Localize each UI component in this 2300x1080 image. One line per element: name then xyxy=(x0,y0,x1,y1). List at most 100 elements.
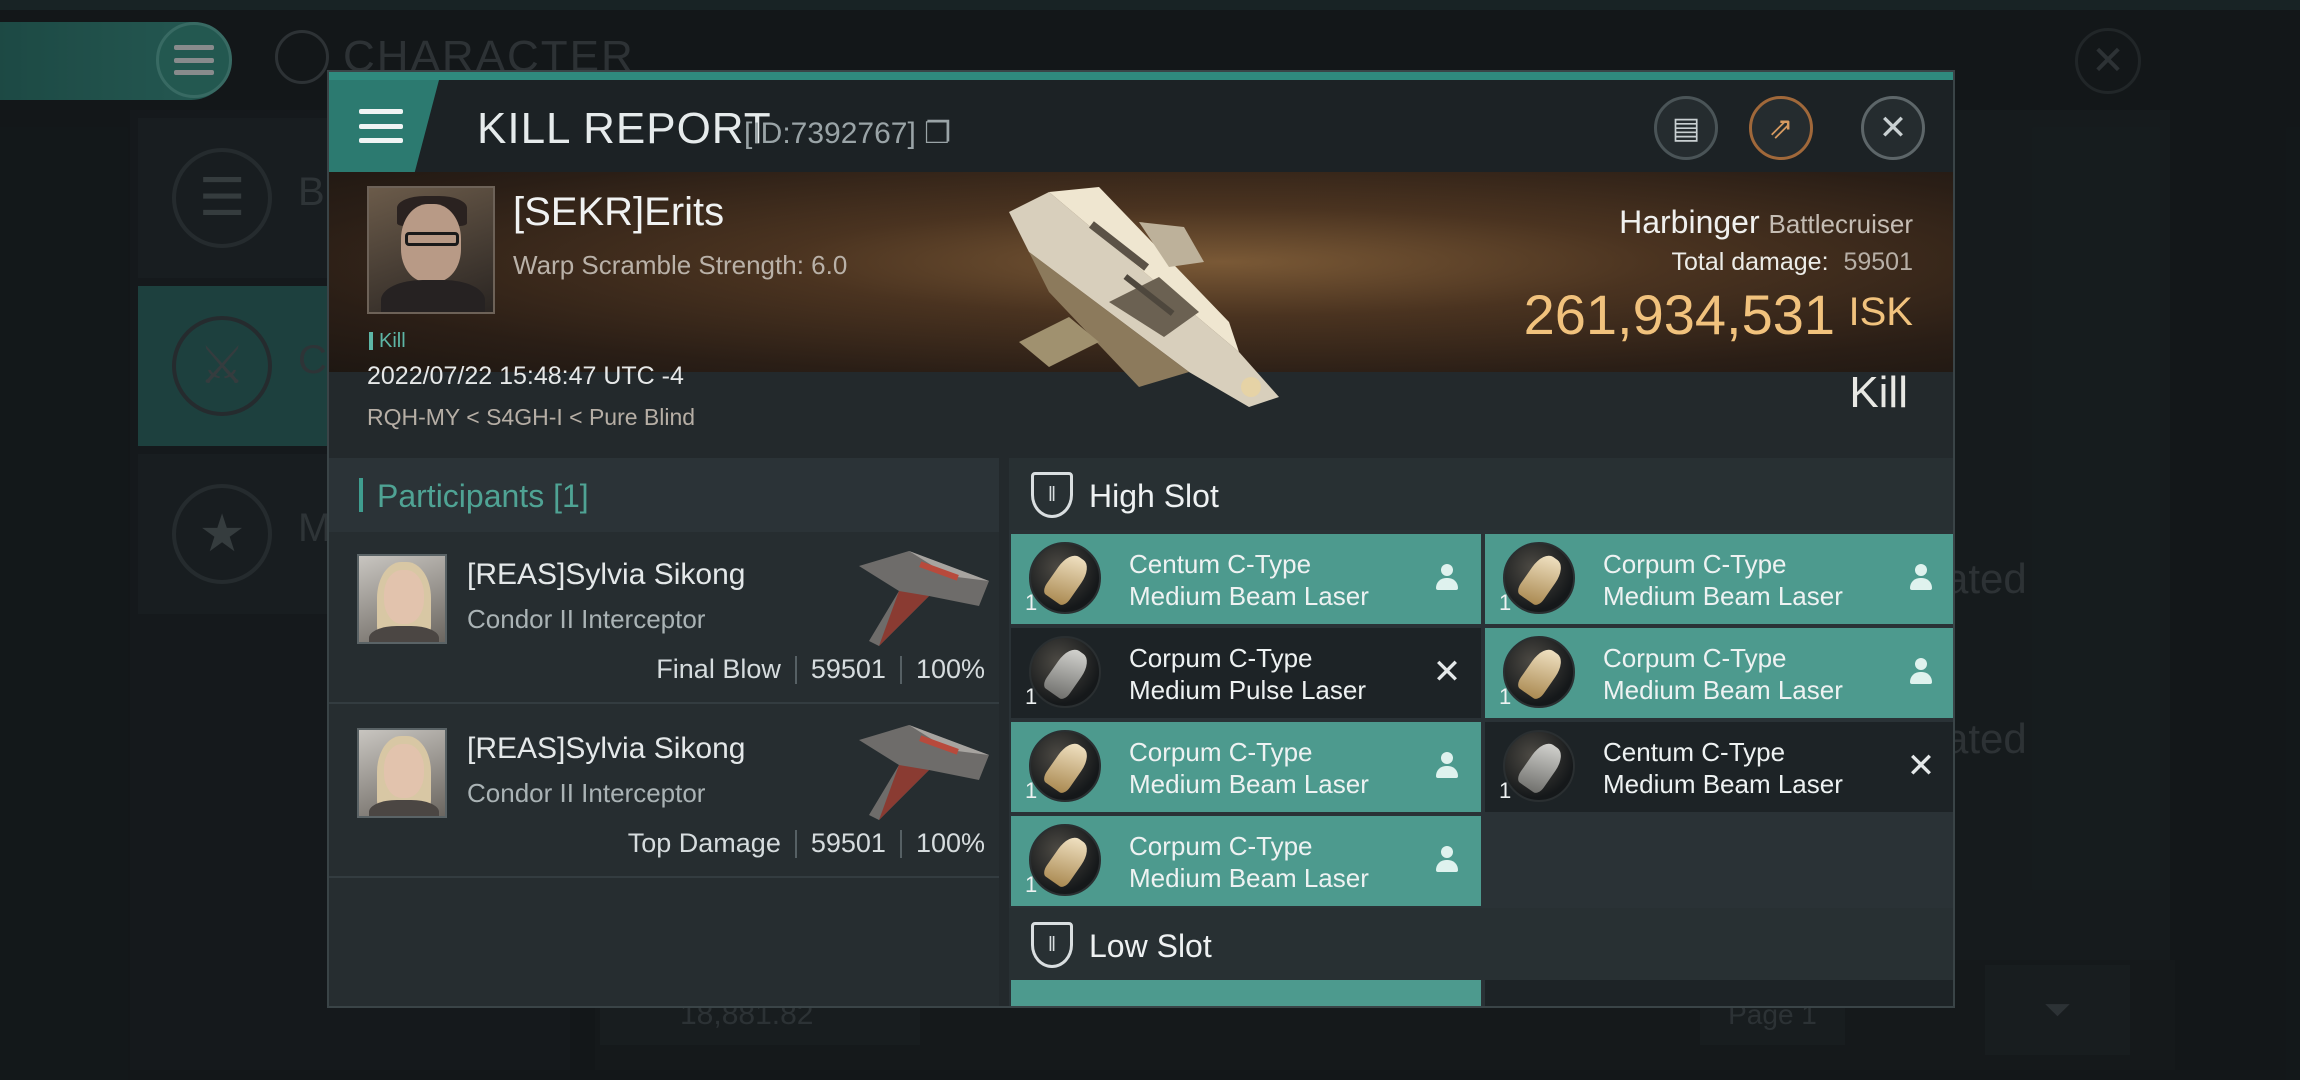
participant-percent: 100% xyxy=(915,828,985,858)
low-slot-title: Low Slot xyxy=(1089,928,1212,964)
clipboard-icon: ▤ xyxy=(1671,111,1701,145)
module-name-line1: Corpum C-Type xyxy=(1129,737,1313,767)
copy-icon[interactable]: ❐ xyxy=(924,117,951,150)
victim-portrait[interactable] xyxy=(367,186,495,314)
clipboard-button[interactable]: ▤ xyxy=(1654,96,1718,160)
participant-avatar[interactable] xyxy=(357,554,447,644)
condor-ship-image xyxy=(859,551,989,646)
kill-report-title: KILL REPORT xyxy=(477,104,772,153)
isk-value: 261,934,531 xyxy=(1523,283,1835,346)
participant-damage: 59501 xyxy=(810,654,886,684)
kill-report-menu-button[interactable] xyxy=(329,80,439,172)
participant-role: Final Blow xyxy=(656,654,781,684)
module-quantity: 1 xyxy=(1025,778,1038,803)
kill-report-id[interactable]: [ID:7392767] ❐ xyxy=(744,116,951,151)
module-name-line1: Corpum C-Type xyxy=(1603,643,1787,673)
module-name-line2: Medium Beam Laser xyxy=(1603,581,1843,611)
laser-module-icon xyxy=(1503,636,1575,708)
low-slot-header: ‖ Low Slot xyxy=(1009,908,1953,980)
high-slot-header: ‖ High Slot xyxy=(1009,458,1953,530)
laser-module-icon xyxy=(1503,542,1575,614)
high-slot-module[interactable]: 1 Corpum C-Type Medium Beam Laser xyxy=(1011,816,1481,906)
module-name-line1: Centum C-Type xyxy=(1603,737,1786,767)
total-damage-label: Total damage: xyxy=(1671,248,1829,276)
kill-report-header: KILL REPORT [ID:7392767] ❐ ▤ ⇗ ✕ xyxy=(329,80,1953,172)
participant-name: [REAS]Sylvia Sikong xyxy=(467,558,746,591)
low-slot-icon: ‖ xyxy=(1031,922,1073,968)
laser-module-icon xyxy=(1503,730,1575,802)
module-quantity: 1 xyxy=(1025,872,1038,897)
participant-avatar[interactable] xyxy=(357,728,447,818)
kill-id-text: [ID:7392767] xyxy=(744,117,916,150)
fitting-panel: ‖ High Slot 1 Centum C-Type Medium Beam La… xyxy=(1009,458,1953,1006)
destroyed-x-icon: ✕ xyxy=(1906,747,1936,785)
harbinger-ship-image[interactable] xyxy=(989,182,1309,412)
participant-ship: Condor II Interceptor xyxy=(467,778,706,808)
high-slot-module[interactable]: 1 Centum C-Type Medium Beam Laser ✕ xyxy=(1485,722,1953,812)
participants-header: Participants [1] xyxy=(329,458,999,532)
participants-panel: Participants [1] [REAS]Sylvia Sikong Con… xyxy=(329,458,999,1006)
module-name-line2: Medium Pulse Laser xyxy=(1129,675,1366,705)
laser-module-icon xyxy=(1029,542,1101,614)
module-name: Centum C-Type Medium Beam Laser xyxy=(1129,548,1369,612)
high-slot-module[interactable]: 1 Corpum C-Type Medium Beam Laser xyxy=(1485,628,1953,718)
participant-row[interactable]: [REAS]Sylvia Sikong Condor II Intercepto… xyxy=(329,706,999,878)
participants-count: [1] xyxy=(553,478,589,514)
participant-row[interactable]: [REAS]Sylvia Sikong Condor II Intercepto… xyxy=(329,532,999,704)
close-button[interactable]: ✕ xyxy=(1861,96,1925,160)
participants-label: Participants xyxy=(377,478,545,514)
participant-stats: Top Damage 59501 100% xyxy=(628,828,985,859)
dropped-person-icon xyxy=(1429,842,1465,878)
kill-location[interactable]: RQH-MY < S4GH-I < Pure Blind xyxy=(367,404,695,431)
low-slot-module[interactable] xyxy=(1485,980,1953,1006)
module-name: Corpum C-Type Medium Beam Laser xyxy=(1129,736,1369,800)
high-slot-title: High Slot xyxy=(1089,478,1219,514)
high-slot-module[interactable]: 1 Corpum C-Type Medium Beam Laser xyxy=(1011,722,1481,812)
modal-accent-line xyxy=(329,72,1953,80)
participant-stats: Final Blow 59501 100% xyxy=(656,654,985,685)
laser-module-icon xyxy=(1029,730,1101,802)
module-quantity: 1 xyxy=(1499,590,1512,615)
module-name: Corpum C-Type Medium Beam Laser xyxy=(1603,548,1843,612)
low-slot-module[interactable] xyxy=(1011,980,1481,1006)
victim-banner: [SEKR]Erits Warp Scramble Strength: 6.0 … xyxy=(329,172,1953,430)
total-damage-value: 59501 xyxy=(1843,248,1913,276)
module-quantity: 1 xyxy=(1499,778,1512,803)
module-name-line2: Medium Beam Laser xyxy=(1129,581,1369,611)
dropped-person-icon xyxy=(1903,654,1939,690)
laser-module-icon xyxy=(1029,636,1101,708)
condor-ship-image xyxy=(859,725,989,820)
module-quantity: 1 xyxy=(1499,684,1512,709)
total-damage: Total damage: 59501 xyxy=(1671,248,1913,277)
dropped-person-icon xyxy=(1429,560,1465,596)
dropped-person-icon xyxy=(1903,560,1939,596)
kill-report-modal: KILL REPORT [ID:7392767] ❐ ▤ ⇗ ✕ [SEKR]E… xyxy=(327,70,1955,1008)
module-name-line1: Corpum C-Type xyxy=(1129,831,1313,861)
kill-tag: Kill xyxy=(369,330,406,353)
module-name-line1: Centum C-Type xyxy=(1129,549,1312,579)
victim-name[interactable]: [SEKR]Erits xyxy=(513,190,724,235)
module-name-line1: Corpum C-Type xyxy=(1603,549,1787,579)
kill-datetime: 2022/07/22 15:48:47 UTC -4 xyxy=(367,362,684,390)
module-name-line2: Medium Beam Laser xyxy=(1603,769,1843,799)
laser-module-icon xyxy=(1029,824,1101,896)
module-name-line1: Corpum C-Type xyxy=(1129,643,1313,673)
module-name: Corpum C-Type Medium Pulse Laser xyxy=(1129,642,1366,706)
participant-name: [REAS]Sylvia Sikong xyxy=(467,732,746,765)
ship-type[interactable]: Harbinger Battlecruiser xyxy=(1619,204,1913,241)
share-button[interactable]: ⇗ xyxy=(1749,96,1813,160)
module-name-line2: Medium Beam Laser xyxy=(1603,675,1843,705)
close-icon: ✕ xyxy=(1878,109,1908,147)
high-slot-icon: ‖ xyxy=(1031,472,1073,518)
participant-percent: 100% xyxy=(915,654,985,684)
high-slot-module[interactable]: 1 Centum C-Type Medium Beam Laser xyxy=(1011,534,1481,624)
menu-icon xyxy=(359,109,403,143)
module-name: Corpum C-Type Medium Beam Laser xyxy=(1603,642,1843,706)
module-name: Corpum C-Type Medium Beam Laser xyxy=(1129,830,1369,894)
module-quantity: 1 xyxy=(1025,590,1038,615)
participants-title: Participants [1] xyxy=(377,478,589,515)
high-slot-module[interactable]: 1 Corpum C-Type Medium Beam Laser xyxy=(1485,534,1953,624)
high-slot-module[interactable]: 1 Corpum C-Type Medium Pulse Laser ✕ xyxy=(1011,628,1481,718)
destroyed-x-icon: ✕ xyxy=(1432,653,1462,691)
dropped-person-icon xyxy=(1429,748,1465,784)
